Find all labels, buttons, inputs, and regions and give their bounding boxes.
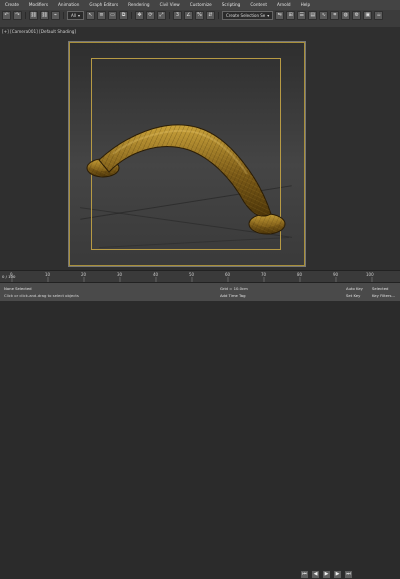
menu-create[interactable]: Create — [0, 0, 24, 10]
prompt-hint: Click or click-and-drag to select object… — [4, 293, 79, 298]
grid-size: Grid = 10.0cm — [220, 286, 248, 291]
add-time-tag[interactable]: Add Time Tag — [220, 293, 245, 298]
auto-key[interactable]: Auto Key — [346, 286, 363, 291]
curve-editor-icon[interactable]: ∿ — [319, 10, 329, 20]
viewport-label[interactable]: [+] [Camera001] [Default Shading] — [2, 29, 76, 34]
handle-object[interactable] — [69, 42, 305, 266]
rectangular-selection-icon[interactable]: ▭ — [107, 10, 117, 20]
key-filters[interactable]: Key Filters... — [372, 293, 395, 298]
angle-snap-icon[interactable]: ∠ — [183, 10, 193, 20]
play-icon[interactable]: ▶ — [322, 570, 331, 579]
render-setup-icon[interactable]: ⚙ — [352, 10, 362, 20]
toolbar-separator — [63, 11, 64, 19]
window-crossing-icon[interactable]: ⧉ — [118, 10, 128, 20]
toolbar-separator — [168, 11, 170, 19]
menu-content[interactable]: Content — [245, 0, 272, 10]
selection-status: None Selected — [4, 286, 32, 291]
material-editor-icon[interactable]: ◍ — [341, 10, 351, 20]
menu-graph-editors[interactable]: Graph Editors — [84, 0, 123, 10]
set-key[interactable]: Set Key — [346, 293, 360, 298]
rotate-icon[interactable]: ⟳ — [145, 10, 155, 20]
move-icon[interactable]: ✥ — [134, 10, 144, 20]
previous-frame-icon[interactable]: ◀ — [311, 570, 320, 579]
svg-text:80: 80 — [297, 272, 303, 277]
chevron-down-icon: ▾ — [267, 12, 270, 18]
svg-text:60: 60 — [225, 272, 231, 277]
unlink-icon[interactable]: ⛓ — [40, 10, 49, 20]
go-to-end-icon[interactable]: ⏭ — [344, 570, 353, 579]
menu-civil-view[interactable]: Civil View — [155, 0, 185, 10]
svg-text:70: 70 — [261, 272, 267, 277]
toolbar-separator — [130, 11, 132, 19]
svg-text:100: 100 — [366, 272, 374, 277]
scale-icon[interactable]: ⤢ — [156, 10, 166, 20]
svg-text:20: 20 — [81, 272, 87, 277]
undo-icon[interactable]: ↶ — [2, 10, 11, 20]
selection-filter-value: All — [71, 12, 76, 18]
menu-modifiers[interactable]: Modifiers — [24, 0, 53, 10]
current-frame: 0 / 100 — [2, 274, 16, 279]
rendered-frame-window-icon[interactable]: ▣ — [363, 10, 373, 20]
mirror-icon[interactable]: ⇋ — [275, 10, 285, 20]
spinner-snap-icon[interactable]: ⇵ — [205, 10, 215, 20]
menu-arnold[interactable]: Arnold — [272, 0, 296, 10]
toolbar-separator — [217, 11, 219, 19]
selection-set-dropdown[interactable]: Create Selection Se ▾ — [221, 10, 274, 20]
snaps-toggle-icon[interactable]: 3 — [172, 10, 182, 20]
status-bar: None Selected Click or click-and-drag to… — [0, 282, 400, 579]
svg-text:30: 30 — [117, 272, 123, 277]
menu-scripting[interactable]: Scripting — [217, 0, 246, 10]
svg-text:40: 40 — [153, 272, 159, 277]
toolbar-separator — [25, 11, 26, 19]
render-production-icon[interactable]: ☕ — [374, 10, 384, 20]
viewport-area: [+] [Camera001] [Default Shading] — [0, 27, 400, 270]
chevron-down-icon: ▾ — [77, 12, 80, 18]
menu-help[interactable]: Help — [296, 0, 316, 10]
select-icon[interactable]: ↖ — [85, 10, 95, 20]
svg-text:90: 90 — [333, 272, 339, 277]
menu-animation[interactable]: Animation — [53, 0, 84, 10]
link-icon[interactable]: ⛓ — [29, 10, 38, 20]
redo-icon[interactable]: ↷ — [13, 10, 22, 20]
camera-viewport[interactable] — [68, 41, 306, 267]
main-toolbar: ↶ ↷ ⛓ ⛓ ⌁ All ▾ ↖ ≡ ▭ ⧉ ✥ ⟳ ⤢ 3 ∠ % ⇵ Cr… — [0, 10, 400, 28]
schematic-view-icon[interactable]: ⌗ — [330, 10, 340, 20]
align-icon[interactable]: ⊞ — [286, 10, 296, 20]
menu-customize[interactable]: Customize — [185, 0, 217, 10]
svg-text:50: 50 — [189, 272, 195, 277]
selected-status: Selected — [372, 286, 389, 291]
bind-space-warp-icon[interactable]: ⌁ — [51, 10, 60, 20]
handle-right-base-rim — [254, 215, 280, 227]
svg-text:10: 10 — [45, 272, 51, 277]
menu-rendering[interactable]: Rendering — [123, 0, 154, 10]
select-by-name-icon[interactable]: ≡ — [96, 10, 106, 20]
playback-controls: ⏮ ◀ ▶ ▶ ⏭ — [300, 570, 353, 579]
layer-explorer-icon[interactable]: ☰ — [297, 10, 307, 20]
toggle-ribbon-icon[interactable]: ▤ — [308, 10, 318, 20]
selection-set-value: Create Selection Se — [225, 12, 266, 18]
next-frame-icon[interactable]: ▶ — [333, 570, 342, 579]
selection-filter-dropdown[interactable]: All ▾ — [67, 10, 84, 20]
percent-snap-icon[interactable]: % — [194, 10, 204, 20]
go-to-start-icon[interactable]: ⏮ — [300, 570, 309, 579]
